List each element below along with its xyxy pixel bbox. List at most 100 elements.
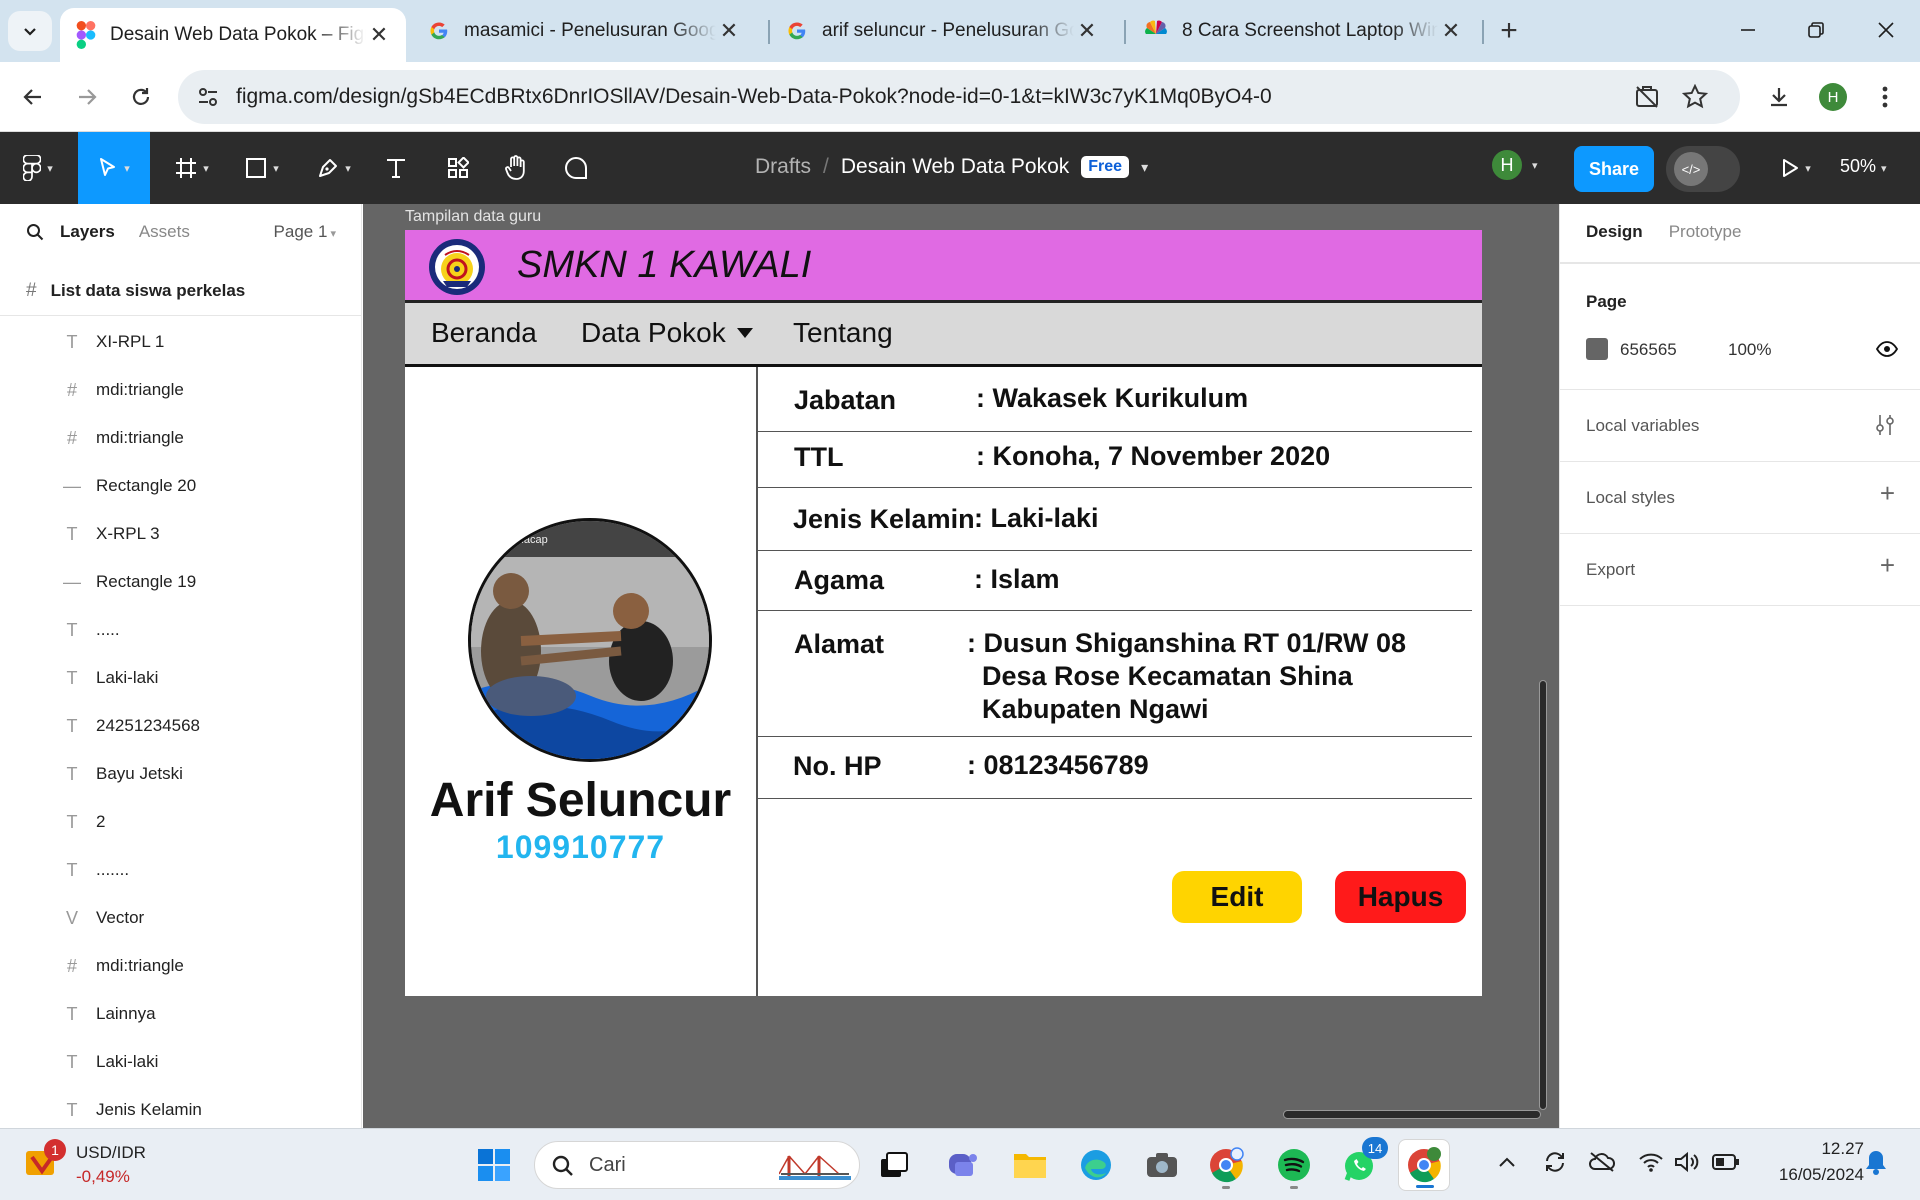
profile-button[interactable]: H: [1810, 74, 1856, 120]
no-tracking-icon[interactable]: [1634, 84, 1660, 110]
forward-button[interactable]: [64, 74, 110, 120]
page-color-swatch[interactable]: [1586, 338, 1608, 360]
new-tab-button[interactable]: +: [1492, 14, 1526, 48]
delete-button[interactable]: Hapus: [1335, 871, 1466, 923]
present-button[interactable]: ▾: [1768, 132, 1824, 204]
layer-row[interactable]: T.....: [0, 606, 361, 654]
chevron-up-icon[interactable]: [1498, 1155, 1516, 1169]
chrome-button[interactable]: [1398, 1139, 1450, 1191]
tab-assets[interactable]: Assets: [139, 222, 190, 242]
address-bar[interactable]: figma.com/design/gSb4ECdBRtx6DnrIOSllAV/…: [178, 70, 1740, 124]
bookmark-star-icon[interactable]: [1682, 84, 1708, 110]
file-name[interactable]: Desain Web Data Pokok: [841, 155, 1069, 179]
local-variables-section[interactable]: Local variables: [1560, 390, 1920, 462]
share-button[interactable]: Share: [1574, 146, 1654, 192]
nav-home[interactable]: Beranda: [431, 317, 537, 349]
layer-row[interactable]: T Laki-laki: [0, 654, 361, 702]
close-window-button[interactable]: [1858, 10, 1914, 50]
page-color-value[interactable]: 656565: [1620, 340, 1677, 360]
tab-google-arif[interactable]: arif seluncur - Penelusuran Google ✕: [770, 8, 1114, 54]
sync-icon[interactable]: [1542, 1149, 1568, 1175]
layer-row[interactable]: # mdi:triangle: [0, 414, 361, 462]
frame-label[interactable]: Tampilan data guru: [405, 208, 541, 226]
layer-row[interactable]: — Rectangle 20: [0, 462, 361, 510]
weather-widget[interactable]: 1 USD/IDR -0,49%: [24, 1139, 194, 1191]
layer-row[interactable]: T Jenis Kelamin: [0, 1086, 361, 1128]
close-icon[interactable]: ✕: [1074, 18, 1100, 44]
resources-button[interactable]: [440, 132, 476, 204]
page-selector[interactable]: Page 1 ▾: [274, 222, 336, 242]
layer-row[interactable]: V Vector: [0, 894, 361, 942]
plus-icon[interactable]: +: [1880, 550, 1895, 581]
tab-design[interactable]: Design: [1586, 222, 1643, 242]
browser-menu-button[interactable]: [1862, 74, 1908, 120]
text-tool-button[interactable]: [378, 132, 414, 204]
zoom-menu[interactable]: 50% ▾: [1840, 156, 1887, 177]
close-icon[interactable]: ✕: [1438, 18, 1464, 44]
back-button[interactable]: [10, 74, 56, 120]
shape-tool-button[interactable]: ▾: [234, 132, 290, 204]
edge-button[interactable]: [1070, 1139, 1122, 1191]
layer-row[interactable]: T Laki-laki: [0, 1038, 361, 1086]
move-tool-button[interactable]: ▾: [78, 132, 150, 204]
layer-frame-row[interactable]: # List data siswa perkelas: [0, 266, 361, 316]
site-settings-icon[interactable]: [196, 85, 220, 109]
layer-row[interactable]: T Lainnya: [0, 990, 361, 1038]
battery-icon[interactable]: [1712, 1153, 1740, 1171]
chevron-down-icon[interactable]: ▾: [1141, 159, 1148, 176]
layer-row[interactable]: T Bayu Jetski: [0, 750, 361, 798]
tab-prototype[interactable]: Prototype: [1669, 222, 1742, 242]
design-canvas[interactable]: Tampilan data guru SMKN 1 KAWALI Beranda…: [363, 204, 1559, 1128]
spotify-button[interactable]: [1268, 1139, 1320, 1191]
volume-icon[interactable]: [1674, 1151, 1700, 1173]
variables-icon[interactable]: [1875, 414, 1895, 436]
page-opacity-value[interactable]: 100%: [1728, 340, 1771, 360]
task-view-button[interactable]: [868, 1139, 920, 1191]
camera-button[interactable]: [1136, 1139, 1188, 1191]
plus-icon[interactable]: +: [1880, 478, 1895, 509]
close-icon[interactable]: ✕: [366, 22, 392, 48]
minimize-button[interactable]: [1720, 10, 1776, 50]
tab-figma[interactable]: Desain Web Data Pokok – Figma ✕: [60, 8, 406, 62]
nav-about[interactable]: Tentang: [793, 317, 893, 349]
taskbar-search[interactable]: Cari: [534, 1141, 860, 1189]
layer-row[interactable]: T 24251234568: [0, 702, 361, 750]
tab-search-button[interactable]: [8, 11, 52, 51]
frame-tool-button[interactable]: ▾: [164, 132, 220, 204]
close-icon[interactable]: ✕: [716, 18, 742, 44]
whatsapp-button[interactable]: 14: [1334, 1137, 1388, 1191]
wifi-icon[interactable]: [1638, 1151, 1664, 1173]
layer-row[interactable]: T.......: [0, 846, 361, 894]
edit-button[interactable]: Edit: [1172, 871, 1302, 923]
start-button[interactable]: [468, 1139, 520, 1191]
layer-row[interactable]: T2: [0, 798, 361, 846]
comment-tool-button[interactable]: [556, 132, 596, 204]
notification-bell-icon[interactable]: [1864, 1149, 1888, 1177]
layer-row[interactable]: T XI-RPL 1: [0, 318, 361, 366]
layer-row[interactable]: — Rectangle 19: [0, 558, 361, 606]
layer-row[interactable]: # mdi:triangle: [0, 366, 361, 414]
eye-icon[interactable]: [1876, 341, 1898, 357]
file-explorer-button[interactable]: [1004, 1139, 1056, 1191]
layer-row[interactable]: T X-RPL 3: [0, 510, 361, 558]
pen-tool-button[interactable]: ▾: [306, 132, 362, 204]
hand-tool-button[interactable]: [496, 132, 536, 204]
onedrive-icon[interactable]: [1588, 1151, 1616, 1173]
tab-screenshot-article[interactable]: 8 Cara Screenshot Laptop Windows ✕: [1128, 8, 1478, 54]
clock[interactable]: 12.27 16/05/2024: [1744, 1139, 1864, 1185]
tab-layers[interactable]: Layers: [60, 222, 115, 242]
nav-data-pokok[interactable]: Data Pokok: [581, 317, 754, 349]
tab-google-masamici[interactable]: masamici - Penelusuran Google ✕: [412, 8, 756, 54]
vertical-scrollbar[interactable]: [1539, 680, 1547, 1110]
design-frame[interactable]: SMKN 1 KAWALI Beranda Data Pokok Tentang…: [405, 230, 1482, 996]
restore-button[interactable]: [1788, 10, 1844, 50]
breadcrumb-drafts[interactable]: Drafts: [755, 155, 811, 179]
downloads-button[interactable]: [1756, 74, 1802, 120]
layer-row[interactable]: # mdi:triangle: [0, 942, 361, 990]
chrome-profile-button[interactable]: [1200, 1139, 1252, 1191]
multiplayer-avatars[interactable]: H ▾: [1490, 148, 1538, 182]
teams-button[interactable]: [936, 1139, 988, 1191]
dev-mode-toggle[interactable]: </>: [1666, 146, 1740, 192]
reload-button[interactable]: [118, 74, 164, 120]
search-icon[interactable]: [26, 223, 44, 241]
